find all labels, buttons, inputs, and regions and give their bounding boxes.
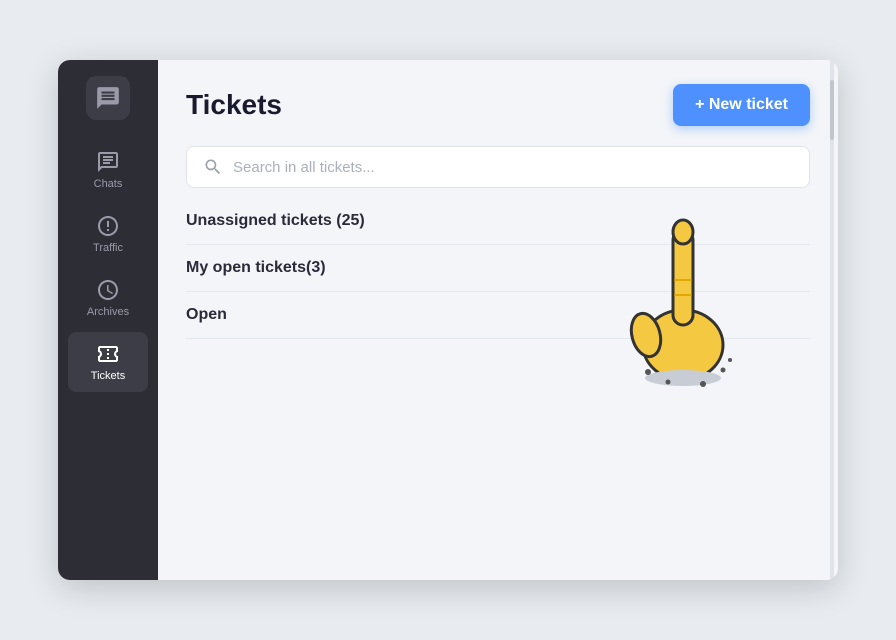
sidebar-item-traffic[interactable]: Traffic <box>68 204 148 264</box>
main-header: Tickets + New ticket <box>186 84 810 126</box>
sidebar-item-chats-label: Chats <box>94 178 123 190</box>
archives-icon <box>96 278 120 302</box>
new-ticket-button[interactable]: + New ticket <box>673 84 810 126</box>
page-title: Tickets <box>186 89 282 121</box>
search-input[interactable] <box>233 159 793 176</box>
open-tickets-section[interactable]: Open <box>186 292 810 339</box>
app-container: Chats Traffic Archives Tickets Tickets +… <box>58 60 838 580</box>
logo-icon <box>86 76 130 120</box>
my-open-tickets-section[interactable]: My open tickets(3) <box>186 245 810 292</box>
search-bar <box>186 146 810 188</box>
unassigned-tickets-label: Unassigned tickets (25) <box>186 212 365 229</box>
sidebar-item-tickets[interactable]: Tickets <box>68 332 148 392</box>
logo-svg <box>95 85 121 111</box>
unassigned-tickets-section[interactable]: Unassigned tickets (25) <box>186 212 810 245</box>
traffic-icon <box>96 214 120 238</box>
sidebar-item-archives-label: Archives <box>87 306 129 318</box>
sidebar-item-tickets-label: Tickets <box>91 370 125 382</box>
sidebar-item-archives[interactable]: Archives <box>68 268 148 328</box>
sidebar-item-traffic-label: Traffic <box>93 242 123 254</box>
open-tickets-label: Open <box>186 306 227 323</box>
search-icon <box>203 157 223 177</box>
chat-icon <box>96 150 120 174</box>
sidebar: Chats Traffic Archives Tickets <box>58 60 158 580</box>
my-open-tickets-label: My open tickets(3) <box>186 259 326 276</box>
ticket-list: Unassigned tickets (25) My open tickets(… <box>186 212 810 339</box>
scrollbar-thumb[interactable] <box>830 80 834 140</box>
main-content: Tickets + New ticket Unassigned tickets … <box>158 60 838 580</box>
scrollbar-track <box>830 60 834 580</box>
tickets-icon <box>96 342 120 366</box>
sidebar-item-chats[interactable]: Chats <box>68 140 148 200</box>
